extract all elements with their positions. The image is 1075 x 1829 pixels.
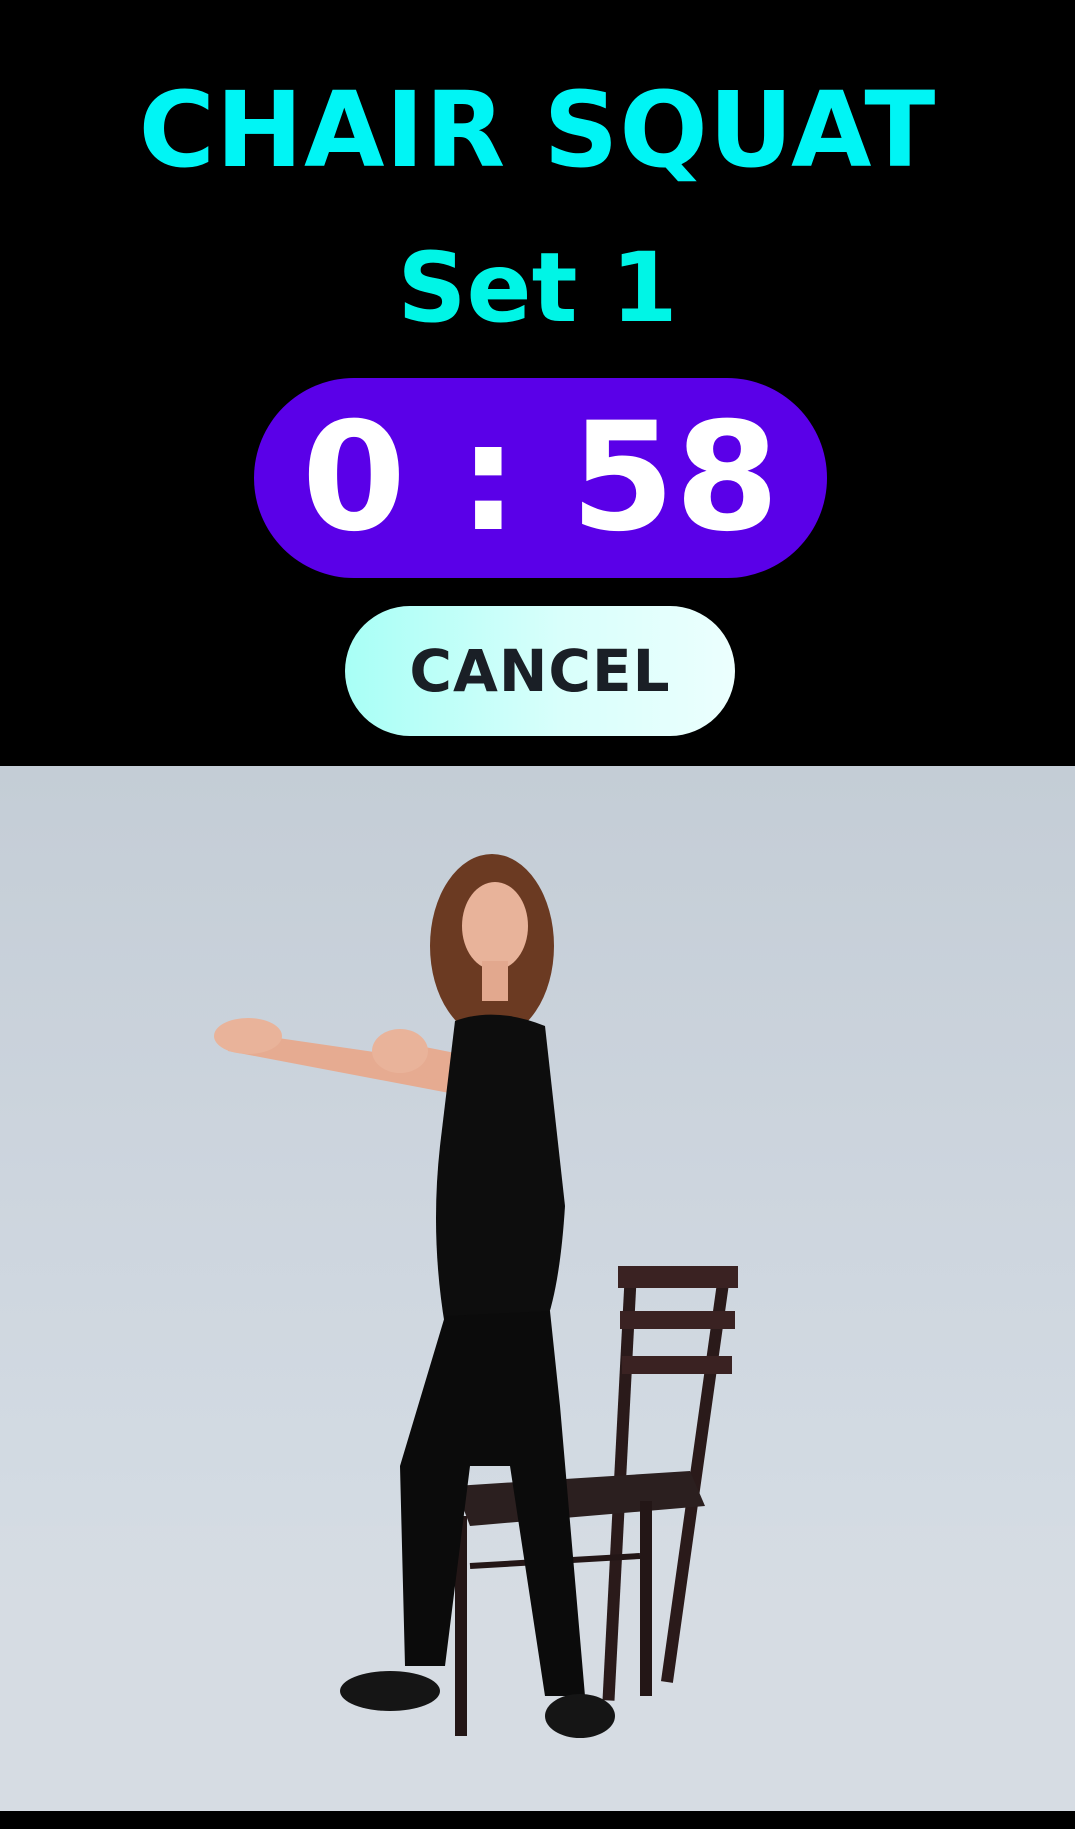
set-label: Set 1 xyxy=(397,232,678,344)
exercise-title: CHAIR SQUAT xyxy=(138,69,937,191)
exercise-demo-video xyxy=(0,766,1075,1811)
cancel-button[interactable]: CANCEL xyxy=(345,606,735,736)
bottom-bar xyxy=(0,1811,1075,1829)
countdown-timer: 0 : 58 xyxy=(254,378,827,578)
timer-text: 0 : 58 xyxy=(301,391,780,565)
cancel-button-label: CANCEL xyxy=(409,637,671,705)
exercise-demo-illustration xyxy=(0,854,1075,1811)
workout-header: CHAIR SQUAT Set 1 0 : 58 CANCEL xyxy=(0,0,1075,766)
workout-screen: CHAIR SQUAT Set 1 0 : 58 CANCEL xyxy=(0,0,1075,1829)
